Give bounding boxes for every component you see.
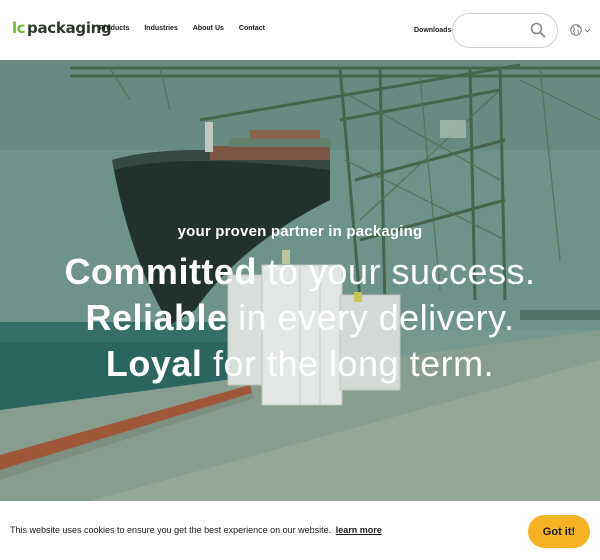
cookie-message: This website uses cookies to ensure you … <box>10 525 382 535</box>
site-logo[interactable]: lc packaging <box>12 19 112 37</box>
nav-item-industries[interactable]: Industries <box>144 25 177 32</box>
downloads-link[interactable]: Downloads <box>414 27 451 34</box>
nav-item-products[interactable]: Products <box>99 25 129 32</box>
hero-line-loyal: Loyal for the long term. <box>0 346 600 382</box>
hero-section: your proven partner in packaging Committ… <box>0 60 600 501</box>
learn-more-link[interactable]: learn more <box>336 525 382 535</box>
hero-line-rest: for the long term. <box>212 343 495 384</box>
logo-lc-text: lc <box>12 19 26 37</box>
site-header: lc packaging Products Industries About U… <box>0 0 600 60</box>
hero-subtitle: your proven partner in packaging <box>177 223 423 240</box>
hero-line-bold: Loyal <box>105 343 203 384</box>
hero-line-bold: Committed <box>64 251 257 292</box>
nav-item-contact[interactable]: Contact <box>239 25 265 32</box>
hero-line-committed: Committed to your success. <box>0 254 600 290</box>
accept-cookies-button[interactable]: Got it! <box>528 515 590 548</box>
hero-line-bold: Reliable <box>85 297 228 338</box>
search-icon[interactable] <box>530 22 546 38</box>
hero-line-reliable: Reliable in every delivery. <box>0 300 600 336</box>
cookie-message-text: This website uses cookies to ensure you … <box>10 525 332 535</box>
main-nav: Products Industries About Us Contact <box>99 25 280 32</box>
language-selector[interactable] <box>570 24 591 36</box>
chevron-down-icon <box>584 28 591 33</box>
nav-item-about-us[interactable]: About Us <box>193 25 224 32</box>
hero-line-rest: to your success. <box>267 251 536 292</box>
search-input[interactable] <box>465 23 529 39</box>
globe-icon <box>570 24 582 36</box>
cookie-banner: This website uses cookies to ensure you … <box>0 501 600 560</box>
hero-line-rest: in every delivery. <box>238 297 515 338</box>
